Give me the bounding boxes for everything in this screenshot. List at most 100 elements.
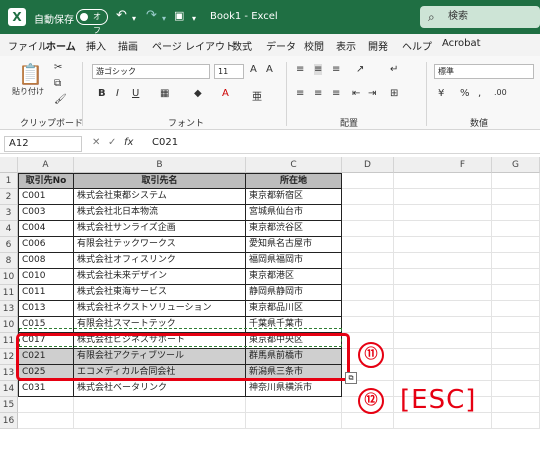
cell-a[interactable]: C008 [18, 253, 74, 269]
empty-cell[interactable] [492, 205, 540, 221]
column-header-d[interactable]: D [342, 157, 394, 173]
undo-dropdown-icon[interactable]: ▾ [132, 12, 136, 26]
copy-icon[interactable]: ⧉ [54, 78, 61, 89]
empty-cell[interactable] [394, 365, 492, 381]
align-top-icon[interactable]: ≡ [296, 64, 304, 75]
empty-cell[interactable] [394, 317, 492, 333]
font-color-icon[interactable]: A [222, 88, 229, 99]
empty-cell[interactable] [394, 349, 492, 365]
empty-cell[interactable] [394, 221, 492, 237]
insert-function-icon[interactable]: fx [124, 137, 133, 148]
cell-a[interactable]: C003 [18, 205, 74, 221]
row-header[interactable]: 14 [0, 381, 18, 397]
italic-button[interactable]: I [116, 88, 119, 99]
quick-access-icon[interactable]: ▣ [174, 9, 184, 23]
empty-cell[interactable] [492, 269, 540, 285]
cell-b[interactable]: 株式会社オフィスリンク [74, 253, 246, 269]
cell-b[interactable]: 株式会社東都システム [74, 189, 246, 205]
empty-cell[interactable] [342, 269, 394, 285]
cell-a[interactable]: C031 [18, 381, 74, 397]
tab-page-layout[interactable]: ページ レイアウト [152, 38, 235, 53]
empty-cell[interactable] [492, 253, 540, 269]
bold-button[interactable]: B [98, 88, 106, 99]
row-header[interactable]: 2 [0, 189, 18, 205]
tab-data[interactable]: データ [266, 38, 296, 53]
row-header[interactable]: 1 [0, 173, 18, 189]
font-size-combo[interactable]: 11 [214, 64, 244, 79]
orientation-icon[interactable]: ↗ [356, 64, 364, 75]
cell-c[interactable]: 愛知県名古屋市 [246, 237, 342, 253]
cell-a[interactable]: C006 [18, 237, 74, 253]
increase-decimal-icon[interactable]: .00 [494, 88, 507, 97]
empty-cell[interactable] [342, 317, 394, 333]
font-name-combo[interactable]: 游ゴシック [92, 64, 210, 79]
cell-c[interactable]: 所在地 [246, 173, 342, 189]
empty-cell[interactable] [342, 413, 394, 429]
empty-cell[interactable] [492, 365, 540, 381]
merge-center-icon[interactable]: ⊞ [390, 88, 398, 99]
tab-review[interactable]: 校閲 [304, 38, 324, 53]
cell-b[interactable]: 株式会社ネクストソリューション [74, 301, 246, 317]
align-left-icon[interactable]: ≡ [296, 88, 304, 99]
tab-formulas[interactable]: 数式 [232, 38, 252, 53]
row-header[interactable]: 15 [0, 397, 18, 413]
cell-b[interactable]: 取引先名 [74, 173, 246, 189]
tab-insert[interactable]: 挿入 [86, 38, 106, 53]
tab-acrobat[interactable]: Acrobat [442, 38, 481, 49]
empty-cell[interactable] [492, 189, 540, 205]
customize-qat-icon[interactable]: ▾ [192, 12, 196, 26]
cell-b[interactable] [74, 397, 246, 413]
align-middle-icon[interactable]: ≡ [314, 64, 323, 75]
cell-b[interactable]: 株式会社北日本物流 [74, 205, 246, 221]
empty-cell[interactable] [342, 237, 394, 253]
redo-icon[interactable]: ↷ [146, 9, 157, 23]
cell-b[interactable]: 株式会社ベータリンク [74, 381, 246, 397]
empty-cell[interactable] [342, 205, 394, 221]
row-header[interactable]: 3 [0, 205, 18, 221]
empty-cell[interactable] [394, 301, 492, 317]
format-painter-icon[interactable]: 🖌 [54, 94, 67, 105]
undo-icon[interactable]: ↶ [116, 9, 127, 23]
align-right-icon[interactable]: ≡ [332, 88, 340, 99]
empty-cell[interactable] [492, 413, 540, 429]
column-header-c[interactable]: C [246, 157, 342, 173]
cell-b[interactable]: 株式会社サンライズ企画 [74, 221, 246, 237]
cell-c[interactable]: 静岡県静岡市 [246, 285, 342, 301]
empty-cell[interactable] [342, 253, 394, 269]
cell-a[interactable]: C011 [18, 285, 74, 301]
row-header[interactable]: 10 [0, 269, 18, 285]
cell-c[interactable]: 東京都新宿区 [246, 189, 342, 205]
empty-cell[interactable] [342, 173, 394, 189]
empty-cell[interactable] [492, 285, 540, 301]
empty-cell[interactable] [492, 381, 540, 397]
search-box[interactable]: ⌕ 検索 [420, 6, 540, 28]
row-header[interactable]: 13 [0, 301, 18, 317]
paste-icon[interactable]: 📋 [18, 62, 43, 86]
enter-icon[interactable]: ✓ [108, 137, 116, 148]
cell-b[interactable]: 株式会社東海サービス [74, 285, 246, 301]
cell-b[interactable]: 株式会社未来デザイン [74, 269, 246, 285]
increase-font-icon[interactable]: A [250, 64, 257, 75]
indent-decrease-icon[interactable]: ⇤ [352, 88, 360, 99]
cell-a[interactable]: C001 [18, 189, 74, 205]
indent-increase-icon[interactable]: ⇥ [368, 88, 376, 99]
column-header-g[interactable]: G [492, 157, 540, 173]
select-all-corner[interactable] [0, 157, 18, 173]
empty-cell[interactable] [394, 333, 492, 349]
row-header[interactable]: 4 [0, 221, 18, 237]
cell-a[interactable]: C004 [18, 221, 74, 237]
redo-dropdown-icon[interactable]: ▾ [162, 12, 166, 26]
empty-cell[interactable] [342, 285, 394, 301]
align-center-icon[interactable]: ≡ [314, 88, 322, 99]
cell-a[interactable] [18, 397, 74, 413]
cell-c[interactable] [246, 413, 342, 429]
row-header[interactable]: 8 [0, 253, 18, 269]
cell-c[interactable]: 東京都品川区 [246, 301, 342, 317]
empty-cell[interactable] [394, 269, 492, 285]
cell-c[interactable]: 神奈川県横浜市 [246, 381, 342, 397]
tab-developer[interactable]: 開発 [368, 38, 388, 53]
empty-cell[interactable] [492, 221, 540, 237]
row-header[interactable]: 10 [0, 317, 18, 333]
empty-cell[interactable] [394, 189, 492, 205]
fill-color-icon[interactable]: ◆ [194, 88, 202, 99]
